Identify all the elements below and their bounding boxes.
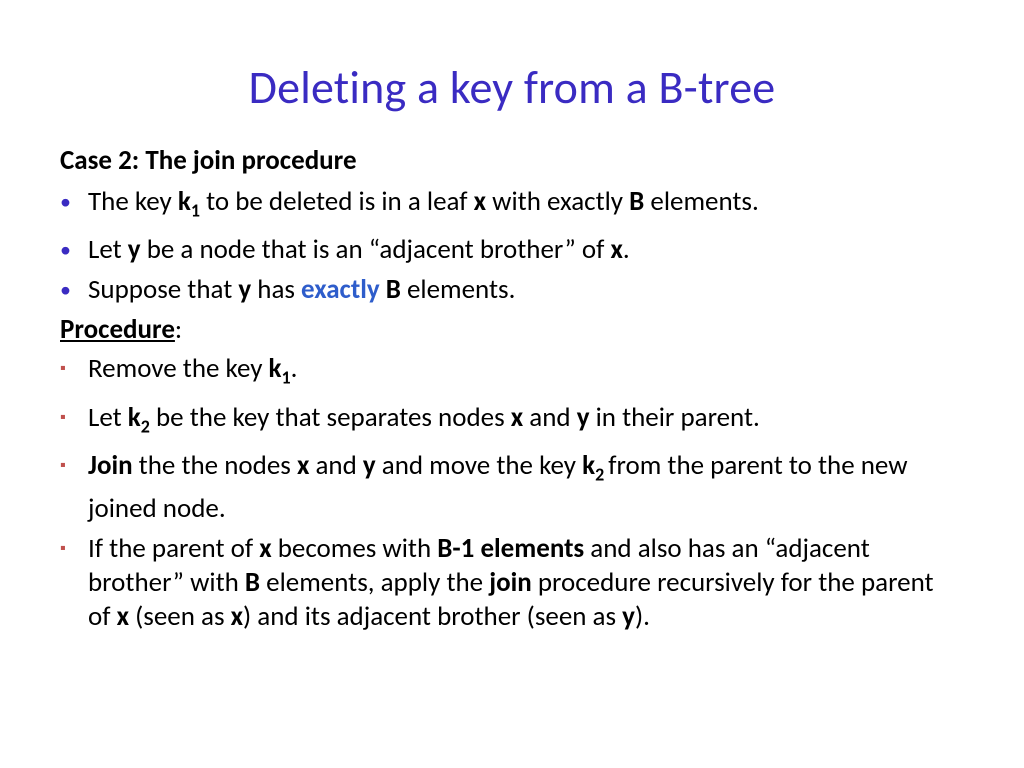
var-x: x	[611, 233, 623, 266]
sub-1: 1	[191, 199, 200, 221]
text: the the nodes	[133, 449, 297, 482]
bullet-3-text: Suppose that y has exactly B elements.	[88, 273, 948, 307]
var-B: B	[386, 273, 401, 306]
proc-3-text: Join the the nodes x and y and move the …	[88, 449, 948, 525]
text: and	[309, 449, 363, 482]
bullet-2-text: Let y be a node that is an “adjacent bro…	[88, 233, 948, 267]
text: Let	[88, 233, 128, 266]
word-join: join	[489, 566, 532, 599]
b-minus-1: B-1 elements	[437, 532, 584, 565]
text: ).	[635, 600, 650, 633]
text: Suppose that	[88, 273, 238, 306]
bullet-2: Let y be a node that is an “adjacent bro…	[60, 233, 964, 267]
text: elements.	[644, 185, 759, 218]
text: in their parent.	[589, 401, 759, 434]
var-B: B	[245, 566, 260, 599]
word-join: Join	[88, 449, 133, 482]
slide-title: Deleting a key from a B-tree	[60, 60, 964, 116]
var-y: y	[622, 600, 635, 633]
slide: Deleting a key from a B-tree Case 2: The…	[0, 0, 1024, 680]
text: If the parent of	[88, 532, 259, 565]
text: and	[523, 401, 577, 434]
var-y: y	[238, 273, 251, 306]
text: Remove the key	[88, 352, 269, 385]
proc-bullet-4: If the parent of x becomes with B-1 elem…	[60, 532, 964, 634]
sub-2: 2	[141, 415, 150, 437]
case-prefix: Case 2:	[60, 144, 139, 177]
var-y: y	[363, 449, 376, 482]
text: (seen as	[129, 600, 231, 633]
text: The key	[88, 185, 178, 218]
var-y: y	[577, 401, 590, 434]
text: becomes with	[272, 532, 438, 565]
text: to be deleted is in a leaf	[200, 185, 474, 218]
proc-2-text: Let k2 be the key that separates nodes x…	[88, 401, 948, 443]
procedure-bullets: Remove the key k1. Let k2 be the key tha…	[60, 352, 964, 633]
text: elements, apply the	[260, 566, 489, 599]
var-x: x	[297, 449, 309, 482]
var-x: x	[117, 600, 129, 633]
text: and move the key	[376, 449, 582, 482]
proc-bullet-2: Let k2 be the key that separates nodes x…	[60, 401, 964, 443]
sub-1: 1	[282, 367, 291, 389]
text: Let	[88, 401, 128, 434]
var-x: x	[231, 600, 243, 633]
proc-1-text: Remove the key k1.	[88, 352, 948, 394]
var-x: x	[474, 185, 486, 218]
text: .	[623, 233, 630, 266]
proc-bullet-3: Join the the nodes x and y and move the …	[60, 449, 964, 525]
text: .	[291, 352, 298, 385]
var-x: x	[259, 532, 271, 565]
text: ) and its adjacent brother (seen as	[243, 600, 622, 633]
proc-4-text: If the parent of x becomes with B-1 elem…	[88, 532, 948, 634]
text: has	[251, 273, 301, 306]
var-k2: k	[128, 401, 141, 434]
proc-bullet-1: Remove the key k1.	[60, 352, 964, 394]
procedure-heading: Procedure:	[60, 313, 964, 346]
case-rest: The join procedure	[139, 144, 356, 177]
procedure-label: Procedure	[60, 313, 175, 346]
text: be a node that is an “adjacent brother” …	[141, 233, 611, 266]
var-k1: k	[178, 185, 191, 218]
text: be the key that separates nodes	[150, 401, 511, 434]
var-y: y	[128, 233, 141, 266]
var-k2: k	[582, 449, 595, 482]
text: elements.	[401, 273, 516, 306]
var-B: B	[629, 185, 644, 218]
case-heading: Case 2: The join procedure	[60, 144, 964, 177]
var-x: x	[511, 401, 523, 434]
bullet-1: The key k1 to be deleted is in a leaf x …	[60, 185, 964, 227]
emph-exactly: exactly	[301, 273, 380, 306]
var-k1: k	[269, 352, 282, 385]
top-bullets: The key k1 to be deleted is in a leaf x …	[60, 185, 964, 307]
text: with exactly	[486, 185, 629, 218]
sub-2: 2	[595, 464, 608, 486]
bullet-1-text: The key k1 to be deleted is in a leaf x …	[88, 185, 948, 227]
colon: :	[175, 313, 182, 346]
bullet-3: Suppose that y has exactly B elements.	[60, 273, 964, 307]
